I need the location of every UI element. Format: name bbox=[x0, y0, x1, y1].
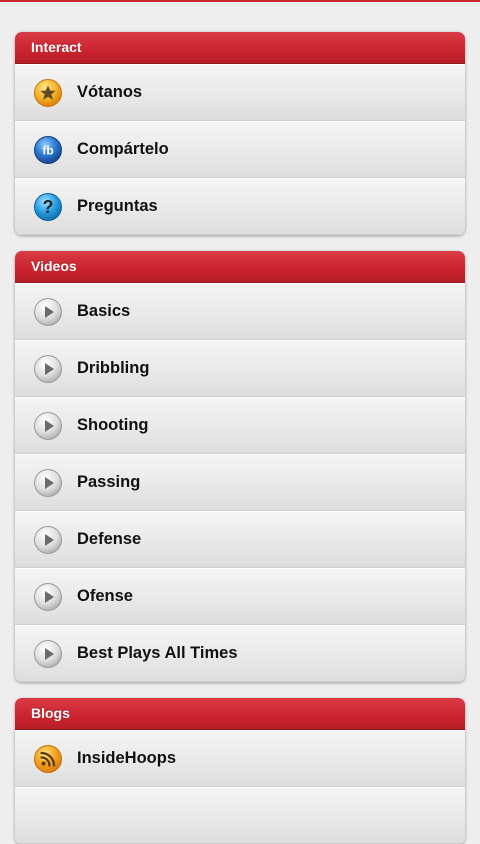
interact-section: Interact Vótanos fb Compártelo ? Pregunt… bbox=[15, 32, 465, 235]
menu-item-label: Vótanos bbox=[77, 83, 143, 101]
play-icon bbox=[33, 411, 63, 441]
svg-text:fb: fb bbox=[42, 143, 53, 157]
menu-item-label: Best Plays All Times bbox=[77, 644, 238, 662]
section-header-blogs: Blogs bbox=[15, 698, 465, 730]
menu-item-votanos[interactable]: Vótanos bbox=[15, 64, 465, 121]
rss-icon bbox=[33, 744, 63, 774]
section-header-interact: Interact bbox=[15, 32, 465, 64]
question-icon: ? bbox=[33, 192, 63, 222]
top-accent-line bbox=[0, 0, 480, 2]
star-icon bbox=[33, 78, 63, 108]
menu-item-passing[interactable]: Passing bbox=[15, 454, 465, 511]
menu-item-label: Compártelo bbox=[77, 140, 169, 158]
menu-item-ofense[interactable]: Ofense bbox=[15, 568, 465, 625]
play-icon bbox=[33, 354, 63, 384]
facebook-icon: fb bbox=[33, 135, 63, 165]
videos-section: Videos Basics Dribbling Shooting Passing… bbox=[15, 251, 465, 682]
menu-item-label: Preguntas bbox=[77, 197, 158, 215]
menu-item-compartelo[interactable]: fb Compártelo bbox=[15, 121, 465, 178]
menu-item-label: Basics bbox=[77, 302, 131, 320]
play-icon bbox=[33, 639, 63, 669]
menu-item-defense[interactable]: Defense bbox=[15, 511, 465, 568]
menu-item-label: Passing bbox=[77, 473, 141, 491]
menu-item-dribbling[interactable]: Dribbling bbox=[15, 340, 465, 397]
play-icon bbox=[33, 297, 63, 327]
menu-item-label: InsideHoops bbox=[77, 749, 177, 767]
play-icon bbox=[33, 468, 63, 498]
menu-item-best-plays[interactable]: Best Plays All Times bbox=[15, 625, 465, 682]
rss-icon bbox=[33, 801, 63, 831]
blogs-section: Blogs InsideHoops bbox=[15, 698, 465, 844]
svg-text:?: ? bbox=[43, 197, 54, 217]
play-icon bbox=[33, 582, 63, 612]
menu-item-label: Shooting bbox=[77, 416, 149, 434]
menu-item-insidehoops[interactable]: InsideHoops bbox=[15, 730, 465, 787]
section-header-videos: Videos bbox=[15, 251, 465, 283]
menu-item-preguntas[interactable]: ? Preguntas bbox=[15, 178, 465, 235]
play-icon bbox=[33, 525, 63, 555]
menu-item-label: Ofense bbox=[77, 587, 133, 605]
menu-item-blog-partial[interactable] bbox=[15, 787, 465, 844]
menu-item-label: Defense bbox=[77, 530, 142, 548]
menu-item-basics[interactable]: Basics bbox=[15, 283, 465, 340]
menu-item-shooting[interactable]: Shooting bbox=[15, 397, 465, 454]
menu-item-label: Dribbling bbox=[77, 359, 150, 377]
